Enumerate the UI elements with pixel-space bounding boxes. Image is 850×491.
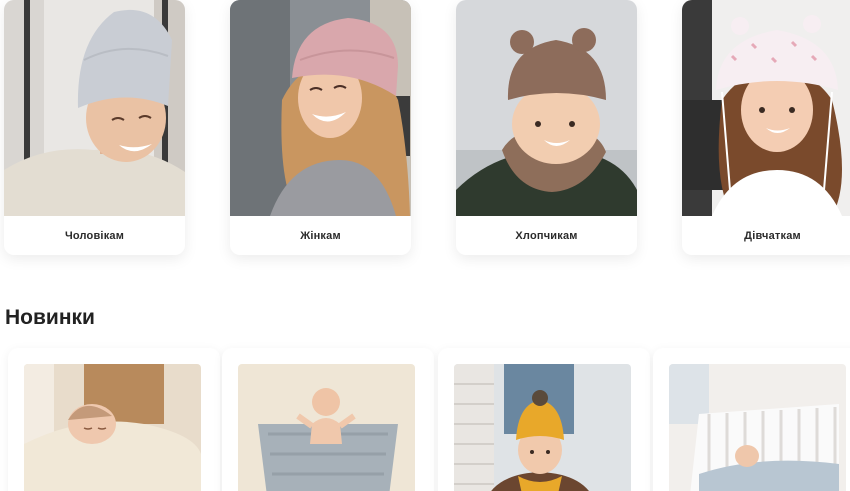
category-photo-girls[interactable] <box>682 0 850 216</box>
category-card-boys[interactable]: Хлопчикам <box>456 0 637 255</box>
product-card[interactable] <box>438 348 650 491</box>
category-card-girls[interactable]: Дівчаткам <box>682 0 850 255</box>
product-image[interactable] <box>454 364 631 491</box>
category-label-boys[interactable]: Хлопчикам <box>456 216 637 255</box>
category-label-girls[interactable]: Дівчаткам <box>682 216 850 255</box>
product-card[interactable] <box>653 348 850 491</box>
product-image[interactable] <box>669 364 846 491</box>
category-row: Чоловікам Жінкам Хлопчикам Дівчаткам <box>4 0 850 256</box>
new-items-row <box>0 348 850 491</box>
category-card-women[interactable]: Жінкам <box>230 0 411 255</box>
category-photo-boys[interactable] <box>456 0 637 216</box>
product-image[interactable] <box>24 364 201 491</box>
category-photo-women[interactable] <box>230 0 411 216</box>
category-photo-men[interactable] <box>4 0 185 216</box>
product-image[interactable] <box>238 364 415 491</box>
product-card[interactable] <box>222 348 434 491</box>
category-card-men[interactable]: Чоловікам <box>4 0 185 255</box>
category-label-men[interactable]: Чоловікам <box>4 216 185 255</box>
category-label-women[interactable]: Жінкам <box>230 216 411 255</box>
product-card[interactable] <box>8 348 220 491</box>
section-title-new: Новинки <box>5 306 95 329</box>
